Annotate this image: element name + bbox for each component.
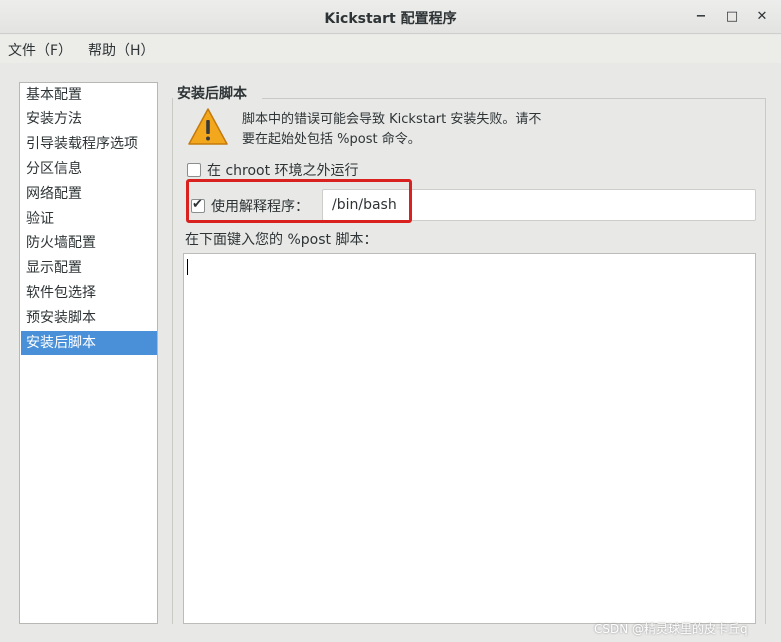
interpreter-label: 使用解释程序： xyxy=(211,199,309,215)
interpreter-checkbox[interactable] xyxy=(191,197,205,213)
maximize-icon[interactable]: □ xyxy=(721,6,743,28)
frame-border-left xyxy=(172,98,173,624)
chroot-option[interactable]: 在 chroot 环境之外运行 xyxy=(187,160,359,180)
chroot-checkbox[interactable] xyxy=(187,163,201,177)
sidebar-item-partition[interactable]: 分区信息 xyxy=(21,157,157,181)
chroot-label: 在 chroot 环境之外运行 xyxy=(207,163,359,179)
menu-bar: 文件（F） 帮助（H） xyxy=(0,35,781,63)
section-title: 安装后脚本 xyxy=(177,86,247,102)
text-caret xyxy=(187,259,188,275)
sidebar-list: 基本配置 安装方法 引导装载程序选项 分区信息 网络配置 验证 防火墙配置 显示… xyxy=(19,82,158,624)
warning-message: 脚本中的错误可能会导致 Kickstart 安装失败。请不 要在起始处包括 %p… xyxy=(242,110,582,150)
kickstart-window: Kickstart 配置程序 − □ ✕ 文件（F） 帮助（H） 基本配置 安装… xyxy=(0,0,781,642)
sidebar-item-bootloader[interactable]: 引导装载程序选项 xyxy=(21,132,157,156)
interpreter-input[interactable]: /bin/bash xyxy=(322,189,756,221)
warning-icon xyxy=(188,108,228,145)
warning-line-2: 要在起始处包括 %post 命令。 xyxy=(242,132,421,147)
warning-line-1: 脚本中的错误可能会导致 Kickstart 安装失败。请不 xyxy=(242,112,542,127)
frame-border-top xyxy=(262,98,765,99)
sidebar-item-display[interactable]: 显示配置 xyxy=(21,256,157,280)
sidebar-item-install-method[interactable]: 安装方法 xyxy=(21,107,157,131)
window-title: Kickstart 配置程序 xyxy=(324,11,457,27)
watermark: CSDN @精灵球里的皮卡丘q xyxy=(594,622,748,636)
frame-border-right xyxy=(765,98,766,624)
sidebar-item-network[interactable]: 网络配置 xyxy=(21,182,157,206)
sidebar-item-auth[interactable]: 验证 xyxy=(21,207,157,231)
sidebar-item-firewall[interactable]: 防火墙配置 xyxy=(21,231,157,255)
sidebar-item-pre-script[interactable]: 预安装脚本 xyxy=(21,306,157,330)
close-icon[interactable]: ✕ xyxy=(751,6,773,28)
title-bar: Kickstart 配置程序 − □ ✕ xyxy=(0,0,781,34)
sidebar-item-packages[interactable]: 软件包选择 xyxy=(21,281,157,305)
menu-file[interactable]: 文件（F） xyxy=(8,40,72,60)
interpreter-option[interactable]: 使用解释程序： xyxy=(191,196,309,216)
sidebar-item-basic-config[interactable]: 基本配置 xyxy=(21,83,157,107)
script-label: 在下面键入您的 %post 脚本： xyxy=(185,232,378,248)
post-script-textarea[interactable] xyxy=(183,253,756,624)
menu-help[interactable]: 帮助（H） xyxy=(88,40,155,60)
minimize-icon[interactable]: − xyxy=(690,6,712,28)
sidebar-item-post-script[interactable]: 安装后脚本 xyxy=(21,331,157,355)
